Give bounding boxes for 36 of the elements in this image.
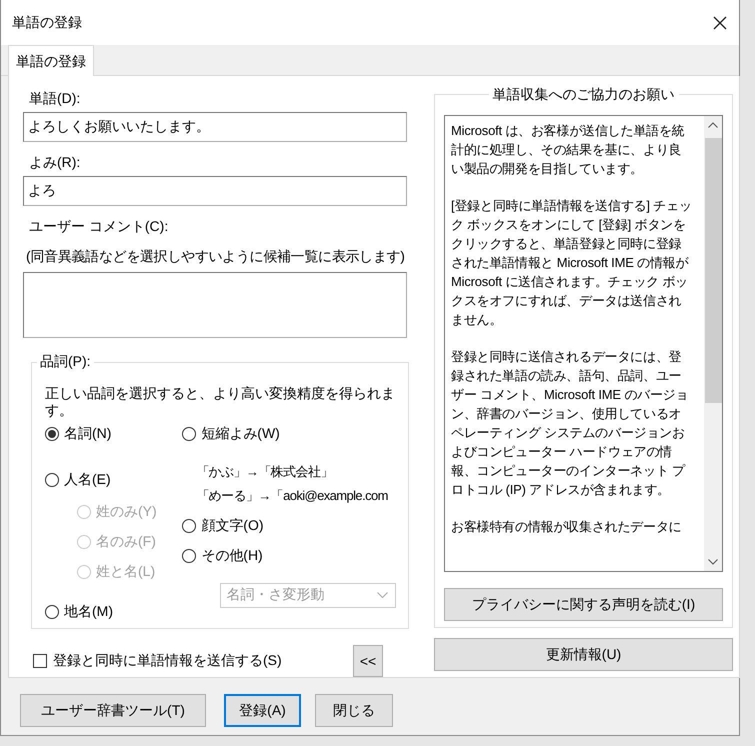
group-legend: 単語収集へのご協力のお願い [488,86,678,104]
send-checkbox[interactable]: 登録と同時に単語情報を送信する(S) [33,652,282,670]
radio-option[interactable]: 名詞(N) [45,418,182,449]
dialog-button[interactable]: 閉じる [315,694,393,727]
tab[interactable]: 単語の登録 [8,45,94,76]
radio-option[interactable]: 短縮よみ(W) [182,418,398,449]
chevron-down-icon [377,592,388,598]
comment-input[interactable] [23,272,407,338]
comment-hint: (同音異義語などを選択しやすいように候補一覧に表示します) [25,248,406,266]
window-title: 単語の登録 [12,14,82,32]
description-text: 正しい品詞を選択すると、より高い変換精度を得られます。 [45,384,396,419]
example-text: 「めーる」→「aoki@example.com [196,486,389,505]
radio-option[interactable]: その他(H) [182,540,398,571]
field-label: よみ(R): [28,154,82,172]
scroll-down-icon[interactable] [708,559,718,565]
info-paragraph: Microsoft は、お客様が送信した単語を統計的に処理し、その結果を基に、より良い製品の開発を目指しています。 [451,122,686,178]
field-label: 単語(D): [28,90,82,108]
update-button[interactable]: 更新情報(U) [434,638,733,671]
scrollbar[interactable] [704,116,722,571]
field-label: ユーザー コメント(C): [28,218,170,236]
radio-option[interactable]: 人名(E) [45,464,182,495]
close-icon[interactable] [713,16,727,30]
word-input[interactable]: よろしくお願いいたします。 [23,112,407,142]
privacy-button[interactable]: プライバシーに関する声明を読む(I) [444,588,723,621]
collapse-button[interactable]: << [353,645,383,677]
reading-input[interactable]: よろ [23,176,407,206]
info-paragraph: [登録と同時に単語情報を送信する] チェック ボックスをオンにして [登録] ボタンをクリックすると、単語登録と同時に登録された単語情報と Microsoft IME の情報が Microsoft に送信されます。チェック ボックスをオフにすれば、データは送信されません。 [451,197,693,329]
info-paragraph: お客様特有の情報が収集されたデータに [451,518,682,536]
group-legend: 品詞(P): [37,352,94,371]
dialog-button[interactable]: 登録(A) [224,694,301,727]
scroll-up-icon[interactable] [708,122,718,128]
info-paragraph: 登録と同時に送信されるデータには、登録された単語の読み、語句、品詞、ユーザー コメント、Microsoft IME のバージョン、辞書のバージョン、使用しているオペレーティング システムのバージョンおよびコンピューター ハードウェアの情報、コンピューターのインターネット プロトコル (IP) アドレスが含まれます。 [451,348,690,499]
radio-option[interactable]: 顔文字(O) [182,510,398,541]
radio-option[interactable]: 地名(M) [45,596,182,627]
dialog-button[interactable]: ユーザー辞書ツール(T) [20,694,206,727]
example-text: 「かぶ」→「株式会社」 [196,462,334,481]
